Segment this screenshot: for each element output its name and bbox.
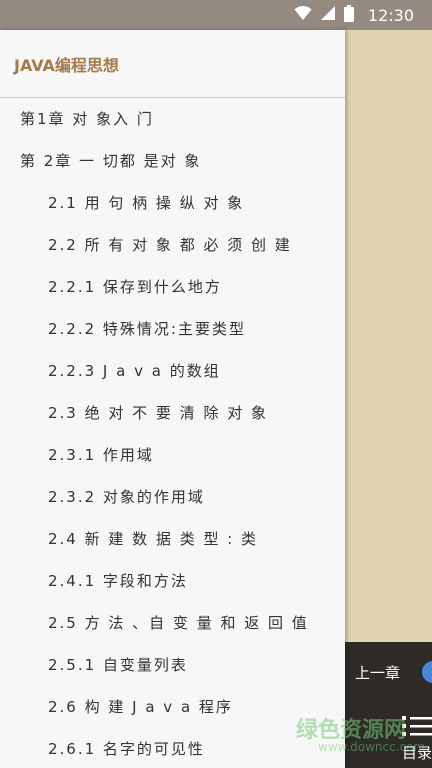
toc-item[interactable]: 2.2.3 J a v a 的数组 — [0, 350, 345, 392]
list-icon — [400, 716, 432, 742]
reader-screen: 12:30 上一章 目录 JAVA编程思想 第1章 对 象入 门 第 2章 一 … — [0, 0, 432, 768]
reading-page[interactable] — [345, 30, 432, 642]
toc-item[interactable]: 2.3 绝 对 不 要 清 除 对 象 — [0, 392, 345, 434]
wifi-icon — [294, 5, 312, 25]
toc-item[interactable]: 2.4.1 字段和方法 — [0, 560, 345, 602]
toc-item[interactable]: 2.2 所 有 对 象 都 必 须 创 建 — [0, 224, 345, 266]
toc-item[interactable]: 2.6 构 建 J a v a 程序 — [0, 686, 345, 728]
reader-bottom-bar: 上一章 目录 — [345, 642, 432, 768]
toc-item[interactable]: 第1章 对 象入 门 — [0, 98, 345, 140]
battery-icon — [343, 4, 354, 26]
status-bar: 12:30 — [0, 0, 432, 30]
toc-button[interactable]: 目录 — [400, 710, 432, 768]
toc-item[interactable]: 2.6.1 名字的可见性 — [0, 728, 345, 768]
signal-icon — [320, 5, 336, 25]
toc-item[interactable]: 2.2.1 保存到什么地方 — [0, 266, 345, 308]
toc-item[interactable]: 2.3.2 对象的作用域 — [0, 476, 345, 518]
toc-item[interactable]: 第 2章 一 切都 是对 象 — [0, 140, 345, 182]
book-title: JAVA编程思想 — [14, 55, 119, 75]
status-time: 12:30 — [367, 5, 414, 25]
toc-drawer: JAVA编程思想 第1章 对 象入 门 第 2章 一 切都 是对 象 2.1 用… — [0, 30, 345, 768]
drawer-header: JAVA编程思想 — [0, 30, 345, 98]
toc-item[interactable]: 2.5 方 法 、自 变 量 和 返 回 值 — [0, 602, 345, 644]
status-icons: 12:30 — [294, 0, 414, 30]
toc-item[interactable]: 2.4 新 建 数 据 类 型 : 类 — [0, 518, 345, 560]
toc-item[interactable]: 2.5.1 自变量列表 — [0, 644, 345, 686]
prev-chapter-button[interactable]: 上一章 — [355, 662, 400, 683]
toc-item[interactable]: 2.1 用 句 柄 操 纵 对 象 — [0, 182, 345, 224]
progress-slider-knob[interactable] — [422, 661, 432, 683]
toc-label: 目录 — [402, 744, 432, 762]
toc-item[interactable]: 2.3.1 作用域 — [0, 434, 345, 476]
toc-item[interactable]: 2.2.2 特殊情况:主要类型 — [0, 308, 345, 350]
toc-list: 第1章 对 象入 门 第 2章 一 切都 是对 象 2.1 用 句 柄 操 纵 … — [0, 98, 345, 768]
